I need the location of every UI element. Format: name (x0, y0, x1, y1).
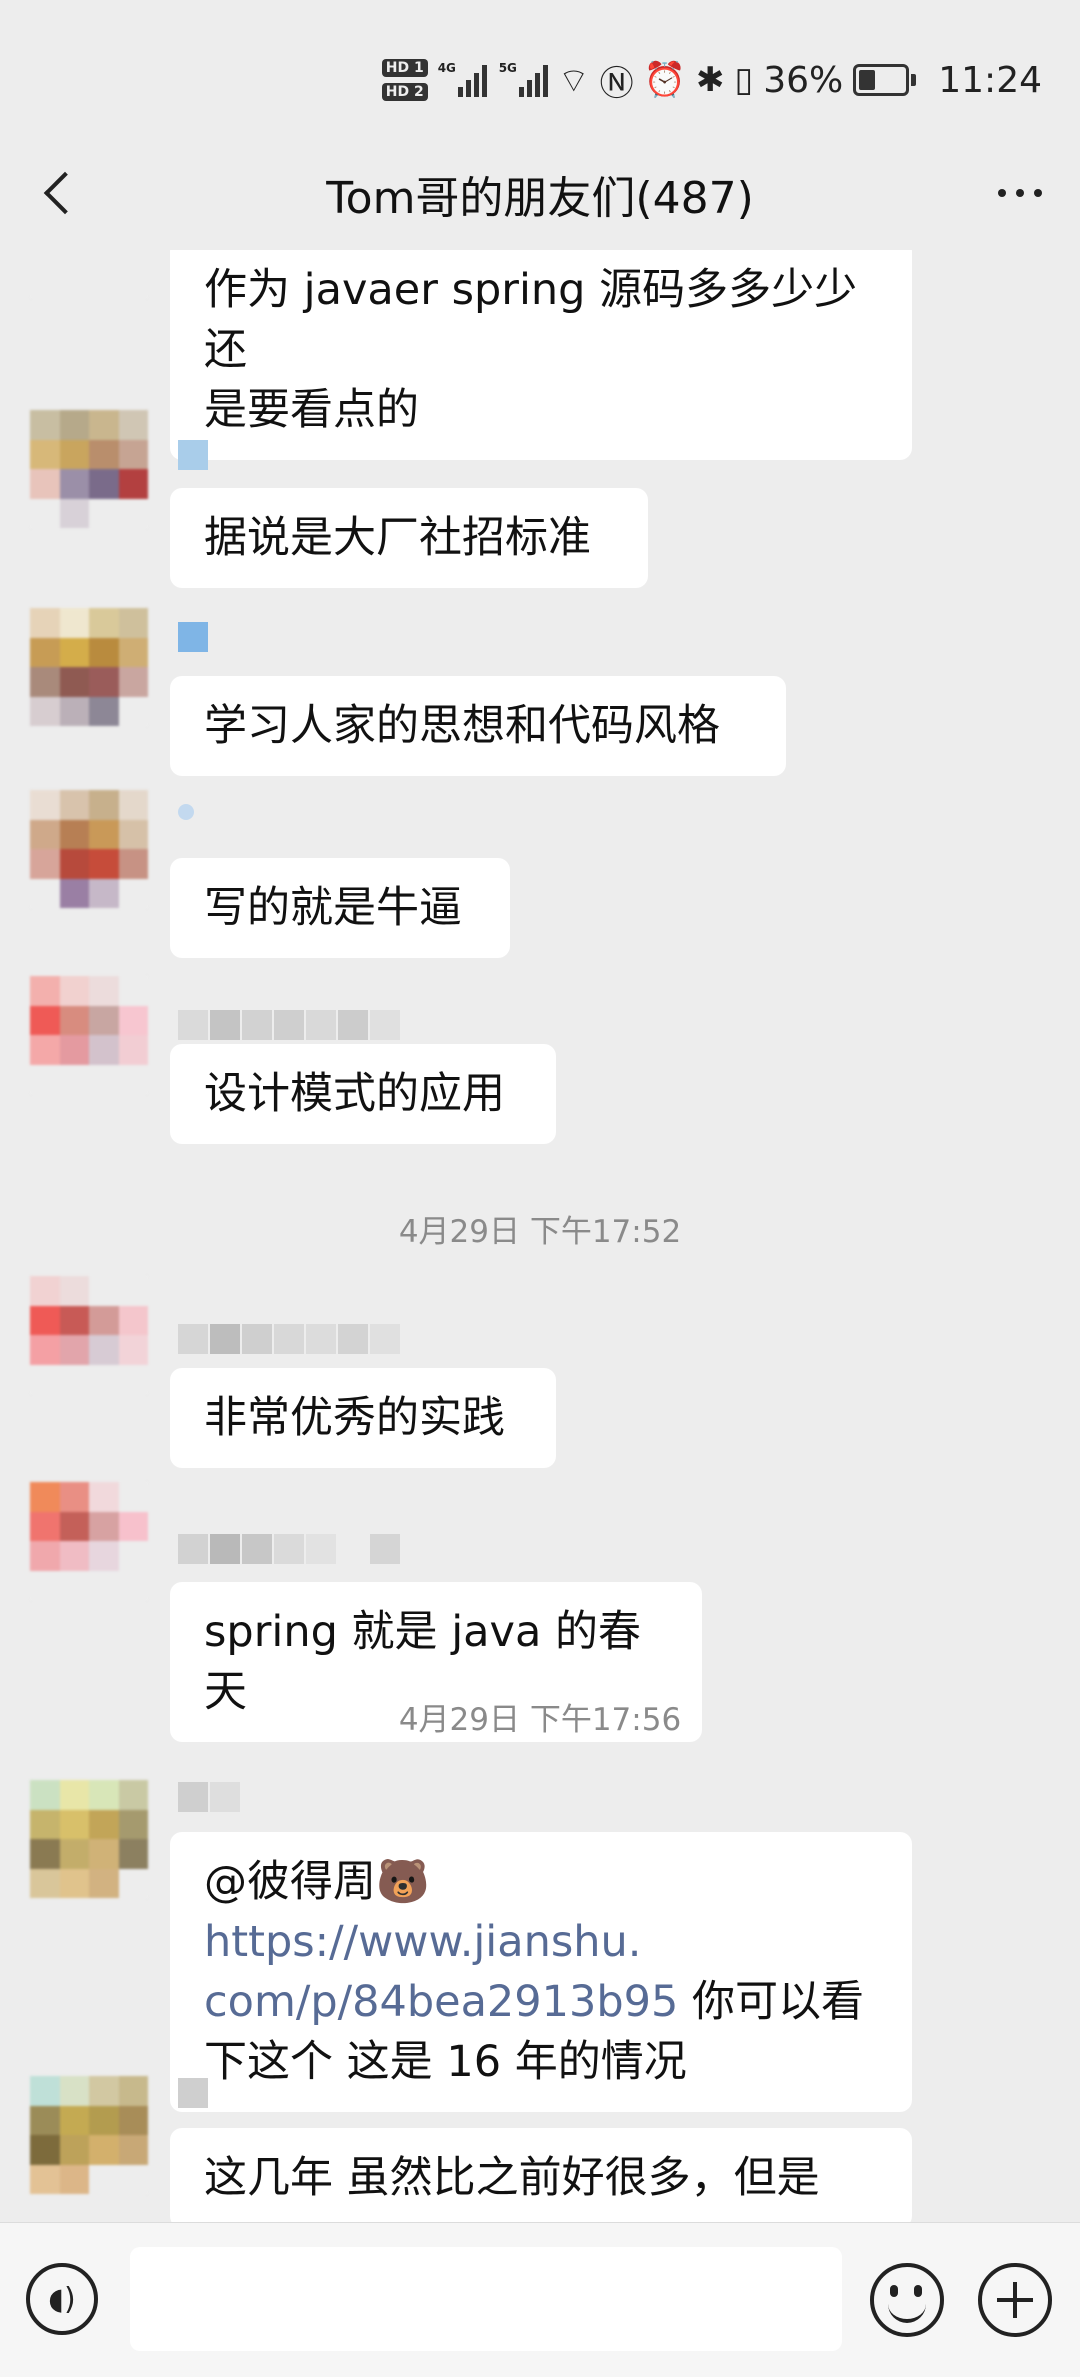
sender-nickname (178, 440, 208, 470)
message-timestamp: 4月29日 下午17:56 (398, 1702, 682, 1738)
chat-message-list[interactable]: 作为 javaer spring 源码多多少少还 是要看点的 据说是大厂社招标准… (0, 250, 1080, 2222)
sender-nickname (178, 622, 208, 652)
hd1-label: HD 1 (381, 59, 428, 77)
message-bubble[interactable]: @彼得周🐻 https://www.jianshu. com/p/84bea29… (170, 1832, 912, 2112)
bluetooth-icon: ✱ (696, 60, 725, 100)
clock: 11:24 (938, 59, 1042, 101)
input-bar: ◖) (0, 2222, 1080, 2377)
battery-icon (853, 64, 917, 96)
message-link[interactable]: https://www.jianshu. com/p/84bea2913b95 (204, 1917, 678, 2027)
message-input[interactable] (130, 2247, 842, 2351)
sender-nickname (178, 1324, 400, 1354)
wifi-icon: ⌔ (557, 60, 590, 101)
avatar[interactable] (30, 1276, 148, 1394)
avatar[interactable] (30, 1482, 148, 1600)
status-bar: HD 1 HD 2 4G 5G ⌔ Ⓝ ⏰ ✱ ▯ 36% 11:24 (0, 0, 1080, 160)
chat-title: Tom哥的朋友们(487) (326, 173, 754, 224)
navigation-bar: Tom哥的朋友们(487) (0, 150, 1080, 234)
network-type-2: 5G (498, 61, 517, 75)
emoji-icon[interactable] (870, 2263, 944, 2337)
alarm-icon: ⏰ (643, 60, 687, 100)
more-actions-plus-icon[interactable] (978, 2263, 1052, 2337)
message-bubble[interactable]: 非常优秀的实践 (170, 1368, 556, 1468)
voice-input-icon[interactable]: ◖) (26, 2263, 98, 2335)
network-type-1: 4G (437, 61, 456, 75)
avatar[interactable] (30, 250, 148, 298)
message-bubble[interactable]: 写的就是牛逼 (170, 858, 510, 958)
sender-nickname (178, 804, 194, 834)
sender-nickname (178, 1782, 240, 1812)
avatar[interactable] (30, 1780, 148, 1898)
battery-fill (859, 70, 876, 90)
message-bubble[interactable]: 学习人家的思想和代码风格 (170, 676, 786, 776)
more-options-icon[interactable] (990, 168, 1050, 218)
message-bubble[interactable]: 设计模式的应用 (170, 1044, 556, 1144)
avatar[interactable] (30, 410, 148, 528)
message-bubble[interactable]: 作为 javaer spring 源码多多少少还 是要看点的 (170, 250, 912, 460)
vibrate-icon: ▯ (734, 60, 754, 100)
message-bubble[interactable]: 这几年 虽然比之前好很多，但是 (170, 2128, 912, 2222)
signal-icon-2: 5G (499, 61, 548, 97)
signal-icon: 4G (438, 61, 487, 97)
message-bubble[interactable]: 据说是大厂社招标准 (170, 488, 648, 588)
avatar[interactable] (30, 976, 148, 1094)
nfc-icon: Ⓝ (599, 63, 634, 104)
sender-nickname (178, 1010, 400, 1040)
mention[interactable]: @彼得周🐻 (204, 1857, 430, 1907)
avatar[interactable] (30, 2076, 148, 2194)
avatar[interactable] (30, 790, 148, 908)
avatar[interactable] (30, 608, 148, 726)
hd-indicator: HD 1 HD 2 (381, 59, 428, 101)
sender-nickname (178, 1534, 400, 1564)
message-timestamp: 4月29日 下午17:52 (398, 1214, 682, 1250)
sender-nickname (178, 2078, 208, 2108)
hd2-label: HD 2 (381, 83, 428, 101)
battery-percent: 36% (763, 59, 844, 101)
